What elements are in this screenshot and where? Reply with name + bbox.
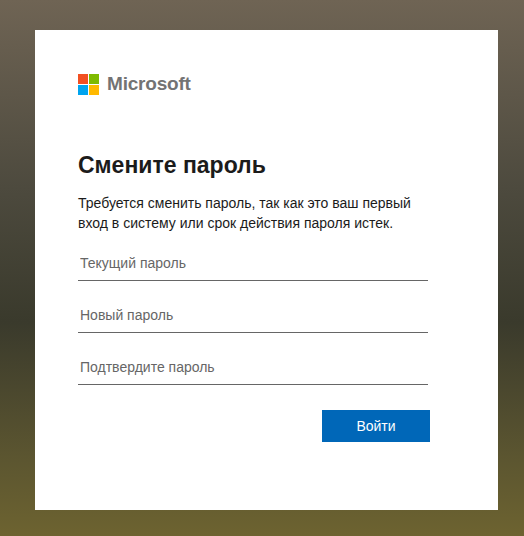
password-field[interactable]: [78, 349, 428, 385]
sign-in-button[interactable]: Войти: [322, 410, 430, 442]
password-field[interactable]: [78, 297, 428, 333]
password-field[interactable]: [78, 245, 428, 281]
description: Требуется сменить пароль, так как это ва…: [78, 193, 428, 233]
password-card: Microsoft Смените пароль Требуется сменить…: [35, 30, 498, 510]
microsoft-logo-icon: [78, 74, 99, 95]
microsoft-logo: Microsoft: [78, 73, 428, 95]
logo-text: Microsoft: [107, 73, 191, 95]
background-photo: Microsoft Смените пароль Требуется сменить…: [0, 0, 524, 536]
title: Смените пароль: [78, 151, 428, 179]
